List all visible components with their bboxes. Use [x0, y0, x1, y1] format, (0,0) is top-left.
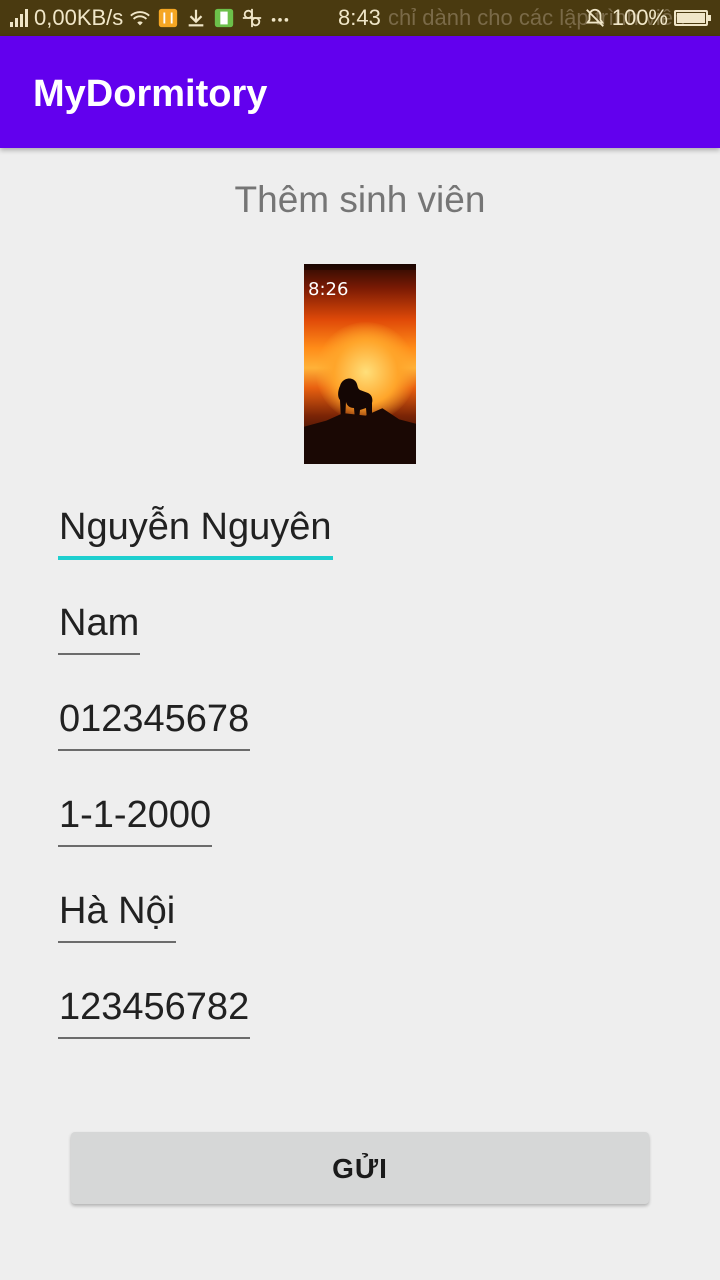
status-time: 8:43: [338, 5, 381, 30]
battery-percent: 100%: [611, 5, 668, 30]
page-title: Thêm sinh viên: [234, 179, 486, 220]
name-value: Nguyễn Nguyên: [59, 506, 332, 548]
address-field-underline: [58, 941, 177, 943]
address-value: Hà Nội: [59, 890, 176, 932]
photo-status-strip: [304, 264, 416, 270]
status-bar-left: 0,00KB/s: [10, 4, 291, 32]
usb-icon: [243, 8, 262, 28]
lion-silhouette: [338, 378, 373, 420]
wifi-icon: [130, 11, 151, 26]
submit-button[interactable]: GỬI: [71, 1132, 649, 1204]
photo-time: 8:26: [308, 279, 349, 300]
mute-icon: [585, 8, 604, 27]
id-number-value: 123456782: [59, 986, 250, 1028]
phone-field-underline: [58, 749, 251, 751]
birthday-value: 1-1-2000: [59, 794, 212, 836]
battery-icon: [674, 10, 711, 26]
app-icon: [159, 8, 178, 28]
gender-field[interactable]: Nam: [58, 601, 141, 655]
more-icon: [272, 18, 289, 22]
address-field[interactable]: Hà Nội: [58, 889, 177, 943]
id-number-field[interactable]: 123456782: [58, 985, 251, 1039]
app-title: MyDormitory: [33, 73, 268, 115]
status-bar-right: 100%: [584, 4, 711, 32]
battery-level: [677, 13, 705, 23]
phone-value: 012345678: [59, 698, 250, 740]
name-field[interactable]: Nguyễn Nguyên: [58, 505, 333, 560]
phone-field[interactable]: 012345678: [58, 697, 251, 751]
status-bar: 0,00KB/s chỉ dành cho các lập trình viên…: [0, 0, 720, 36]
download-icon: [188, 9, 204, 27]
network-speed: 0,00KB/s: [34, 5, 124, 30]
birthday-field[interactable]: 1-1-2000: [58, 793, 213, 847]
signal-icon: [10, 9, 28, 27]
gender-field-underline: [58, 653, 141, 655]
id-number-field-underline: [58, 1037, 251, 1039]
gender-value: Nam: [59, 602, 140, 644]
birthday-field-underline: [58, 845, 213, 847]
app-bar: MyDormitory: [0, 36, 720, 148]
name-field-underline: [58, 556, 333, 560]
student-photo[interactable]: 8:26: [304, 264, 416, 464]
battery-saver-icon: [215, 8, 234, 28]
